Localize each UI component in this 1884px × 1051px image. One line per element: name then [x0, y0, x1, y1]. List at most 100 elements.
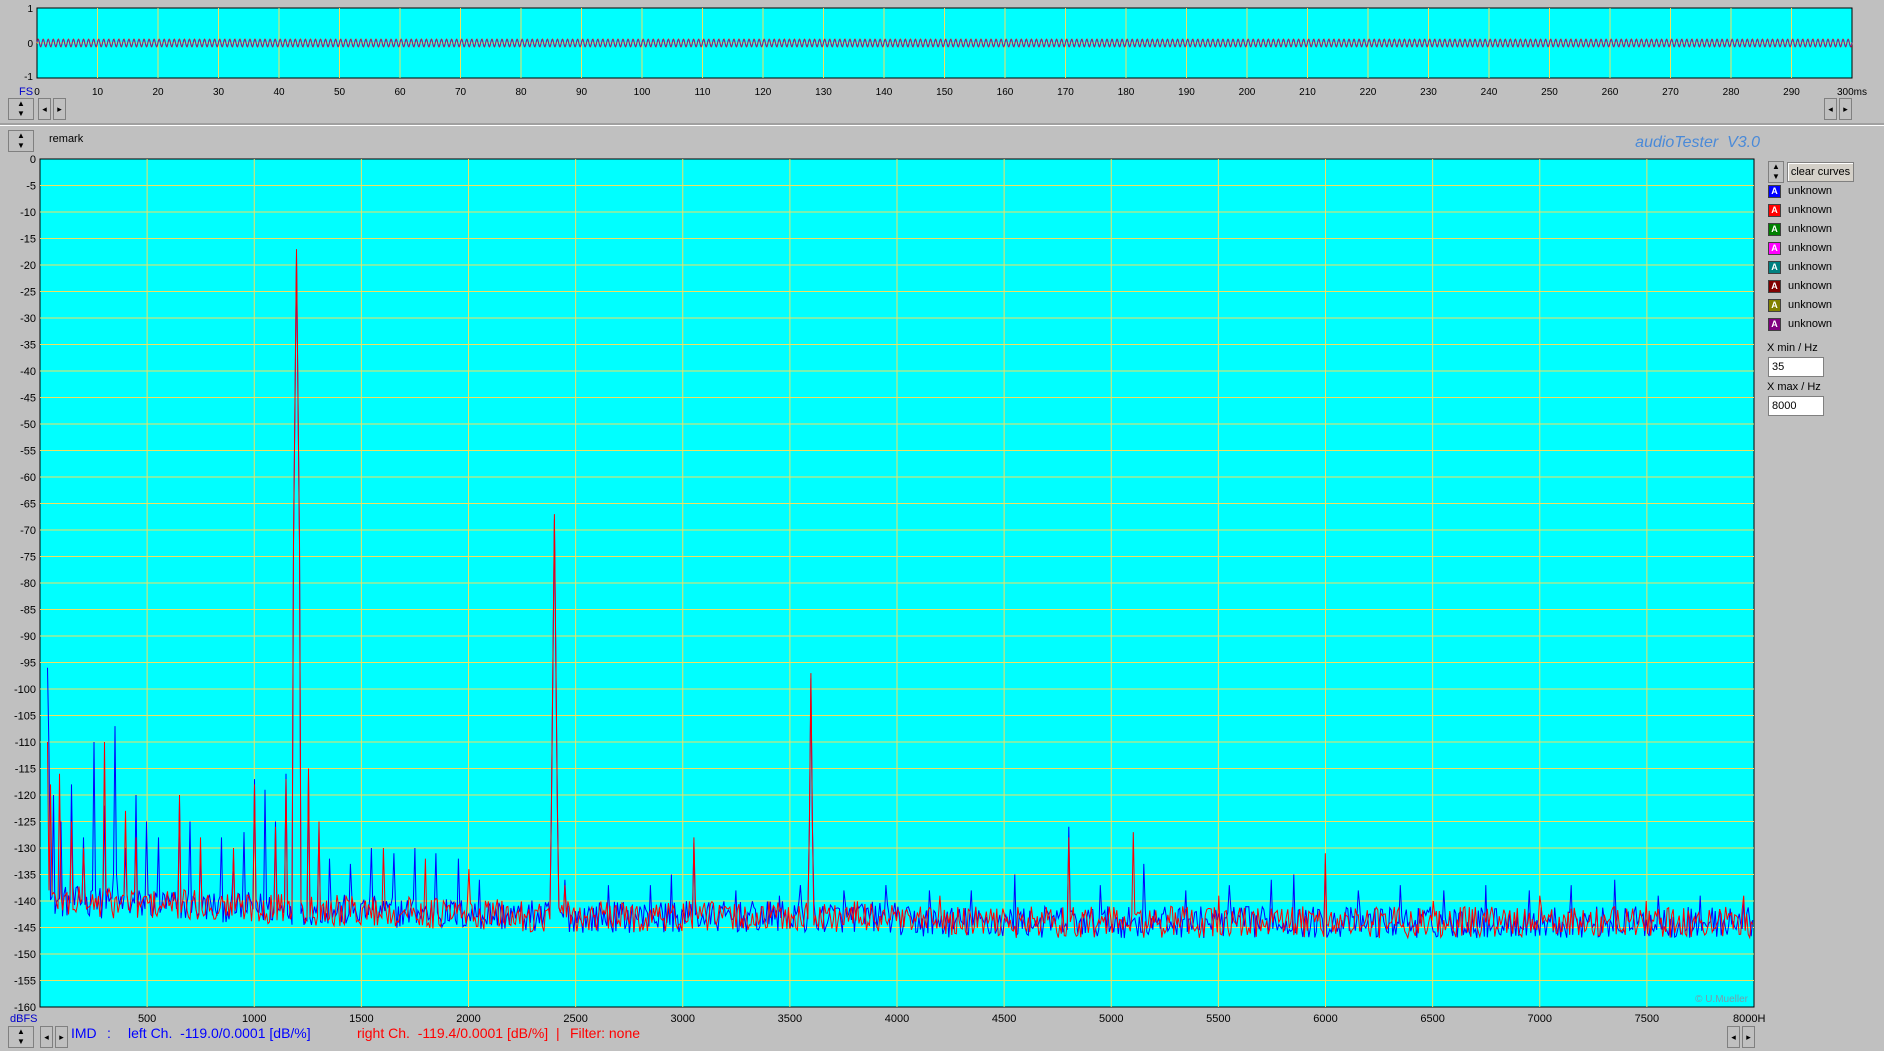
curves-spinner[interactable]: ▲ ▼: [1768, 161, 1784, 183]
y-tick-label: -135: [14, 870, 36, 882]
y-tick-label: -110: [15, 737, 36, 749]
curve-label: unknown: [1788, 242, 1833, 254]
osc-y-tick-0: 0: [27, 39, 33, 50]
curve-label: unknown: [1788, 318, 1833, 330]
curves-up-icon[interactable]: ▲: [1769, 162, 1783, 172]
osc-scroll-left-button[interactable]: ◂: [38, 98, 51, 120]
status-right-channel: right Ch. -119.4/0.0001 [dB/%] |: [357, 1025, 560, 1041]
curve-color-swatch[interactable]: A: [1768, 261, 1781, 274]
curve-color-swatch[interactable]: A: [1768, 280, 1781, 293]
y-tick-label: -30: [20, 313, 36, 325]
series-right-channel: [47, 249, 1754, 940]
osc-x-tick-label: 30: [213, 87, 225, 98]
osc-x-tick-label: 10: [92, 87, 104, 98]
osc-scroll-end-right-button[interactable]: ▸: [1839, 98, 1852, 120]
y-tick-label: 0: [30, 154, 36, 166]
xmax-label: X max / Hz: [1767, 381, 1821, 393]
osc-x-tick-label: 180: [1118, 87, 1135, 98]
x-tick-label: 2000: [456, 1013, 480, 1025]
remark-label[interactable]: remark: [49, 133, 83, 145]
y-tick-label: -80: [20, 578, 36, 590]
y-tick-label: -125: [14, 817, 36, 829]
y-tick-label: -115: [15, 764, 36, 776]
osc-x-tick-label: 300ms: [1837, 87, 1867, 98]
copyright-label: © U.Mueller: [1695, 994, 1749, 1005]
freq-scroll-right-button[interactable]: ▸: [55, 1026, 68, 1048]
y-tick-label: -100: [14, 684, 36, 696]
xmin-label: X min / Hz: [1767, 342, 1818, 354]
osc-x-tick-label: 40: [273, 87, 285, 98]
y-tick-label: -95: [20, 658, 36, 670]
status-filter: Filter: none: [570, 1025, 641, 1041]
osc-x-tick-label: 260: [1602, 87, 1619, 98]
osc-scroll-right-button[interactable]: ▸: [53, 98, 66, 120]
x-tick-label: 3500: [778, 1013, 802, 1025]
y-tick-label: -150: [14, 949, 36, 961]
x-tick-label: 5000: [1099, 1013, 1123, 1025]
y-tick-label: -10: [20, 207, 36, 219]
osc-x-tick-label: 230: [1420, 87, 1437, 98]
level-spinner[interactable]: ▲ ▼: [8, 130, 34, 152]
x-tick-label: 7000: [1528, 1013, 1552, 1025]
curves-down-icon[interactable]: ▼: [1769, 172, 1783, 182]
curve-color-swatch[interactable]: A: [1768, 299, 1781, 312]
freq-zoom-down-icon[interactable]: ▼: [9, 1037, 33, 1047]
status-left-channel: left Ch. -119.0/0.0001 [dB/%]: [128, 1025, 311, 1041]
freq-scroll-left-button[interactable]: ◂: [40, 1026, 53, 1048]
osc-x-tick-label: 20: [152, 87, 164, 98]
osc-x-tick-label: 90: [576, 87, 588, 98]
status-mode: IMD: [71, 1025, 97, 1041]
freq-zoom-spinner[interactable]: ▲ ▼: [8, 1026, 34, 1048]
osc-x-tick-label: 70: [455, 87, 467, 98]
osc-x-tick-label: 100: [634, 87, 651, 98]
y-tick-label: -5: [26, 181, 36, 193]
freq-scroll-end-left-button[interactable]: ◂: [1727, 1026, 1740, 1048]
level-down-icon[interactable]: ▼: [9, 141, 33, 151]
y-tick-label: -70: [20, 525, 36, 537]
osc-zoom-up-icon[interactable]: ▲: [9, 99, 33, 109]
clear-curves-button[interactable]: clear curves: [1787, 162, 1854, 182]
x-tick-label: 500: [138, 1013, 156, 1025]
xmin-input[interactable]: 35: [1768, 357, 1824, 377]
y-tick-label: -15: [20, 234, 36, 246]
oscilloscope-plot: 1 0 -1 FS 0 10 20 30 40 50 60 70 80 90 100 110 120 13…: [19, 4, 1867, 98]
osc-fs-label: FS: [19, 86, 33, 98]
osc-x-tick-label: 290: [1783, 87, 1800, 98]
curve-color-swatch[interactable]: A: [1768, 185, 1781, 198]
x-tick-label: 5500: [1206, 1013, 1230, 1025]
x-tick-label: 4500: [992, 1013, 1016, 1025]
oscilloscope-panel: 1 0 -1 FS 0 10 20 30 40 50 60 70 80 90 100 110 120 13…: [0, 0, 1884, 100]
curve-color-swatch[interactable]: A: [1768, 318, 1781, 331]
osc-zoom-spinner[interactable]: ▲ ▼: [8, 98, 34, 120]
freq-scroll-end-right-button[interactable]: ▸: [1742, 1026, 1755, 1048]
curve-color-swatch[interactable]: A: [1768, 204, 1781, 217]
curve-label: unknown: [1788, 261, 1833, 273]
curve-label: unknown: [1788, 280, 1833, 292]
x-tick-label: 6500: [1420, 1013, 1444, 1025]
osc-x-tick-label: 240: [1481, 87, 1498, 98]
curve-label: unknown: [1788, 223, 1833, 235]
osc-x-tick-label: 80: [515, 87, 527, 98]
osc-zoom-down-icon[interactable]: ▼: [9, 109, 33, 119]
y-tick-label: -65: [20, 499, 36, 511]
y-tick-label: -120: [14, 790, 36, 802]
curve-label: unknown: [1788, 299, 1833, 311]
freq-zoom-up-icon[interactable]: ▲: [9, 1027, 33, 1037]
y-tick-label: -145: [14, 923, 36, 935]
x-tick-label: 1000: [242, 1013, 266, 1025]
x-tick-label: 1500: [349, 1013, 373, 1025]
osc-scroll-end-left-button[interactable]: ◂: [1824, 98, 1837, 120]
level-up-icon[interactable]: ▲: [9, 131, 33, 141]
osc-x-tick-label: 170: [1057, 87, 1074, 98]
osc-x-tick-label: 190: [1178, 87, 1195, 98]
osc-x-tick-label: 220: [1360, 87, 1377, 98]
x-tick-label: 4000: [885, 1013, 909, 1025]
osc-x-tick-label: 160: [997, 87, 1014, 98]
curve-color-swatch[interactable]: A: [1768, 223, 1781, 236]
spectrum-bg: [39, 158, 1755, 1008]
y-tick-label: -25: [20, 287, 36, 299]
panel-divider: [0, 123, 1884, 126]
series-left-channel: [47, 254, 1754, 939]
xmax-input[interactable]: 8000: [1768, 396, 1824, 416]
curve-color-swatch[interactable]: A: [1768, 242, 1781, 255]
